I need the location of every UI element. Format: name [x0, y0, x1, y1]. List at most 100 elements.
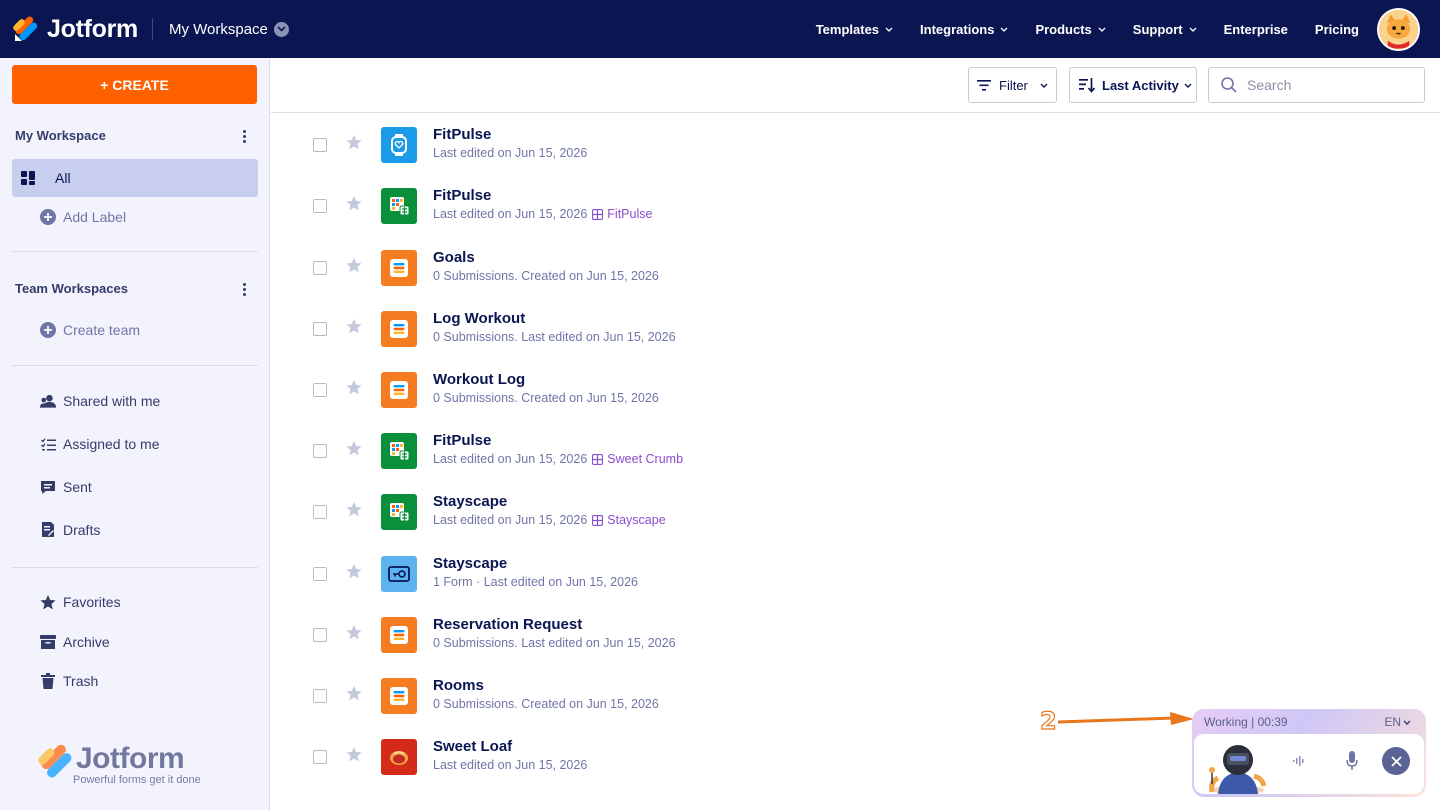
select-checkbox[interactable]: [313, 628, 327, 642]
create-button[interactable]: + CREATE: [12, 65, 257, 104]
sidebar-item-add-label[interactable]: Add Label: [12, 198, 258, 236]
my-workspace-more-icon[interactable]: [240, 130, 248, 143]
table-icon[interactable]: [381, 188, 417, 224]
list-item[interactable]: Log Workout 0 Submissions. Last edited on…: [271, 306, 1440, 367]
list-item[interactable]: Stayscape 1 Form · Last edited on Jun 15,…: [271, 551, 1440, 612]
table-icon[interactable]: [381, 494, 417, 530]
item-title[interactable]: Reservation Request: [433, 616, 582, 633]
select-checkbox[interactable]: [313, 689, 327, 703]
item-meta: 0 Submissions. Last edited on Jun 15, 20…: [433, 636, 676, 650]
item-meta-text: Last edited on Jun 15, 2026: [433, 146, 588, 160]
item-meta-text: 0 Submissions. Created on Jun 15, 2026: [433, 697, 659, 711]
star-icon[interactable]: [346, 686, 362, 701]
linked-table-tag[interactable]: FitPulse: [592, 207, 652, 221]
close-button[interactable]: [1382, 747, 1410, 775]
select-checkbox[interactable]: [313, 261, 327, 275]
star-icon[interactable]: [346, 380, 362, 395]
item-title[interactable]: Rooms: [433, 677, 484, 694]
user-avatar[interactable]: [1377, 7, 1420, 51]
list-item[interactable]: Stayscape Last edited on Jun 15, 2026 Stay…: [271, 489, 1440, 550]
search-field[interactable]: [1208, 67, 1425, 103]
chevron-down-icon: [1184, 83, 1192, 88]
grid-icon: [20, 170, 36, 186]
linked-table-tag[interactable]: Stayscape: [592, 513, 666, 527]
select-checkbox[interactable]: [313, 567, 327, 581]
select-checkbox[interactable]: [313, 199, 327, 213]
star-icon[interactable]: [346, 564, 362, 579]
item-title[interactable]: Workout Log: [433, 371, 525, 388]
item-title[interactable]: FitPulse: [433, 432, 491, 449]
nav-enterprise[interactable]: Enterprise: [1224, 22, 1288, 37]
form-icon[interactable]: [381, 617, 417, 653]
select-checkbox[interactable]: [313, 322, 327, 336]
star-icon[interactable]: [346, 502, 362, 517]
item-title[interactable]: Stayscape: [433, 493, 507, 510]
list-item[interactable]: FitPulse Last edited on Jun 15, 2026 FitPu…: [271, 183, 1440, 244]
list-item[interactable]: Reservation Request 0 Submissions. Last e…: [271, 612, 1440, 673]
filter-button[interactable]: Filter: [968, 67, 1057, 103]
sidebar-item-assigned-to-me[interactable]: Assigned to me: [12, 425, 258, 463]
sidebar-item-shared-with-me[interactable]: Shared with me: [12, 382, 258, 420]
watermark-wordmark: Jotform: [76, 742, 185, 775]
sidebar-item-create-team[interactable]: Create team: [12, 311, 258, 349]
form-icon[interactable]: [381, 372, 417, 408]
form-icon[interactable]: [381, 678, 417, 714]
bread-app-icon[interactable]: [381, 739, 417, 775]
workspace-switcher[interactable]: My Workspace: [169, 21, 289, 38]
linked-table-tag[interactable]: Sweet Crumb: [592, 452, 683, 466]
star-icon[interactable]: [346, 441, 362, 456]
nav-pricing[interactable]: Pricing: [1315, 22, 1359, 37]
select-checkbox[interactable]: [313, 138, 327, 152]
list-item[interactable]: FitPulse Last edited on Jun 15, 2026 Sweet…: [271, 428, 1440, 489]
team-workspaces-more-icon[interactable]: [240, 283, 248, 296]
plus-circle-icon: [40, 322, 56, 338]
star-icon[interactable]: [346, 135, 362, 150]
jotform-logo[interactable]: Jotform: [13, 15, 138, 44]
star-icon[interactable]: [346, 196, 362, 211]
sidebar: + CREATE My Workspace All Add Label Team…: [0, 58, 270, 810]
item-title[interactable]: Sweet Loaf: [433, 738, 512, 755]
nav-label: Products: [1035, 21, 1092, 37]
star-icon[interactable]: [346, 747, 362, 762]
divider: [12, 567, 258, 568]
item-meta: Last edited on Jun 15, 2026 Stayscape: [433, 513, 666, 527]
list-item[interactable]: Goals 0 Submissions. Created on Jun 15, 2…: [271, 245, 1440, 306]
item-title[interactable]: FitPulse: [433, 187, 491, 204]
divider: [12, 365, 258, 366]
list-item[interactable]: Workout Log 0 Submissions. Created on Jun…: [271, 367, 1440, 428]
sidebar-item-sent[interactable]: Sent: [12, 468, 258, 506]
star-icon[interactable]: [346, 319, 362, 334]
item-title[interactable]: FitPulse: [433, 126, 491, 143]
select-checkbox[interactable]: [313, 505, 327, 519]
jotform-logo-icon: [13, 16, 38, 41]
search-input[interactable]: [1247, 77, 1407, 93]
select-checkbox[interactable]: [313, 444, 327, 458]
sidebar-item-archive[interactable]: Archive: [12, 623, 258, 661]
item-meta-text: 1 Form · Last edited on Jun 15, 2026: [433, 575, 638, 589]
table-icon[interactable]: [381, 433, 417, 469]
select-checkbox[interactable]: [313, 383, 327, 397]
nav-templates[interactable]: Templates: [816, 22, 893, 37]
list-item[interactable]: FitPulse Last edited on Jun 15, 2026: [271, 122, 1440, 183]
form-icon[interactable]: [381, 311, 417, 347]
nav-products[interactable]: Products: [1035, 21, 1106, 37]
star-icon[interactable]: [346, 258, 362, 273]
star-icon[interactable]: [346, 625, 362, 640]
sidebar-item-drafts[interactable]: Drafts: [12, 511, 258, 549]
sidebar-item-trash[interactable]: Trash: [12, 662, 258, 700]
nav-support[interactable]: Support: [1133, 22, 1197, 37]
item-title[interactable]: Log Workout: [433, 310, 525, 327]
select-checkbox[interactable]: [313, 750, 327, 764]
sidebar-item-favorites[interactable]: Favorites: [12, 583, 258, 621]
form-icon[interactable]: [381, 250, 417, 286]
item-title[interactable]: Stayscape: [433, 555, 507, 572]
sort-button[interactable]: Last Activity: [1069, 67, 1197, 103]
item-title[interactable]: Goals: [433, 249, 475, 266]
watch-app-icon[interactable]: [381, 127, 417, 163]
watermark-tagline: Powerful forms get it done: [73, 774, 201, 786]
key-app-icon[interactable]: [381, 556, 417, 592]
sidebar-item-all[interactable]: All: [12, 159, 258, 197]
language-selector[interactable]: EN: [1384, 715, 1411, 729]
nav-integrations[interactable]: Integrations: [920, 22, 1008, 37]
microphone-icon[interactable]: [1346, 751, 1358, 771]
